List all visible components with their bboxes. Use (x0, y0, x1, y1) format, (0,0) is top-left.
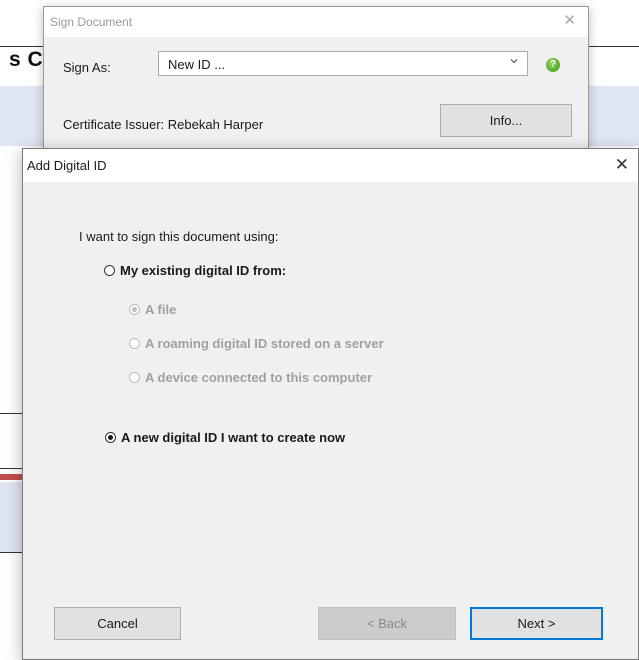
sign-using-prompt: I want to sign this document using: (79, 229, 279, 244)
back-button[interactable]: < Back (318, 607, 456, 640)
radio-new-digital-id-label: A new digital ID I want to create now (121, 430, 346, 445)
next-button[interactable]: Next > (470, 607, 603, 640)
radio-button[interactable] (105, 432, 116, 443)
sign-as-label: Sign As: (63, 60, 111, 75)
radio-existing-digital-id-label: My existing digital ID from: (120, 263, 287, 278)
close-icon[interactable]: ✕ (563, 13, 576, 28)
add-digital-id-titlebar: Add Digital ID ✕ (23, 149, 638, 182)
certificate-issuer-text: Certificate Issuer: Rebekah Harper (63, 117, 264, 132)
background-heading-fragment: s C (9, 48, 44, 71)
radio-device: A device connected to this computer (129, 370, 372, 385)
background-red-marker (0, 474, 22, 480)
sign-as-select[interactable]: New ID ... (158, 51, 528, 76)
radio-roaming-id-label: A roaming digital ID stored on a server (145, 336, 384, 351)
sign-as-value: New ID ... (168, 57, 226, 72)
radio-button (129, 304, 140, 315)
radio-file: A file (129, 302, 176, 317)
radio-button (129, 338, 140, 349)
radio-roaming-id: A roaming digital ID stored on a server (129, 336, 384, 351)
radio-existing-digital-id[interactable]: My existing digital ID from: (104, 263, 286, 278)
radio-file-label: A file (145, 302, 177, 317)
add-digital-id-dialog: Add Digital ID ✕ I want to sign this doc… (22, 148, 639, 660)
close-icon[interactable]: ✕ (615, 156, 629, 173)
radio-device-label: A device connected to this computer (145, 370, 373, 385)
help-icon[interactable]: ? (546, 58, 560, 72)
radio-new-digital-id[interactable]: A new digital ID I want to create now (105, 430, 345, 445)
add-digital-id-title: Add Digital ID (27, 158, 107, 173)
chevron-down-icon (509, 56, 519, 69)
info-button[interactable]: Info... (440, 104, 572, 137)
radio-button[interactable] (104, 265, 115, 276)
cancel-button[interactable]: Cancel (54, 607, 181, 640)
sign-document-title: Sign Document (50, 15, 133, 29)
radio-button (129, 372, 140, 383)
sign-document-titlebar: Sign Document ✕ (44, 7, 588, 37)
